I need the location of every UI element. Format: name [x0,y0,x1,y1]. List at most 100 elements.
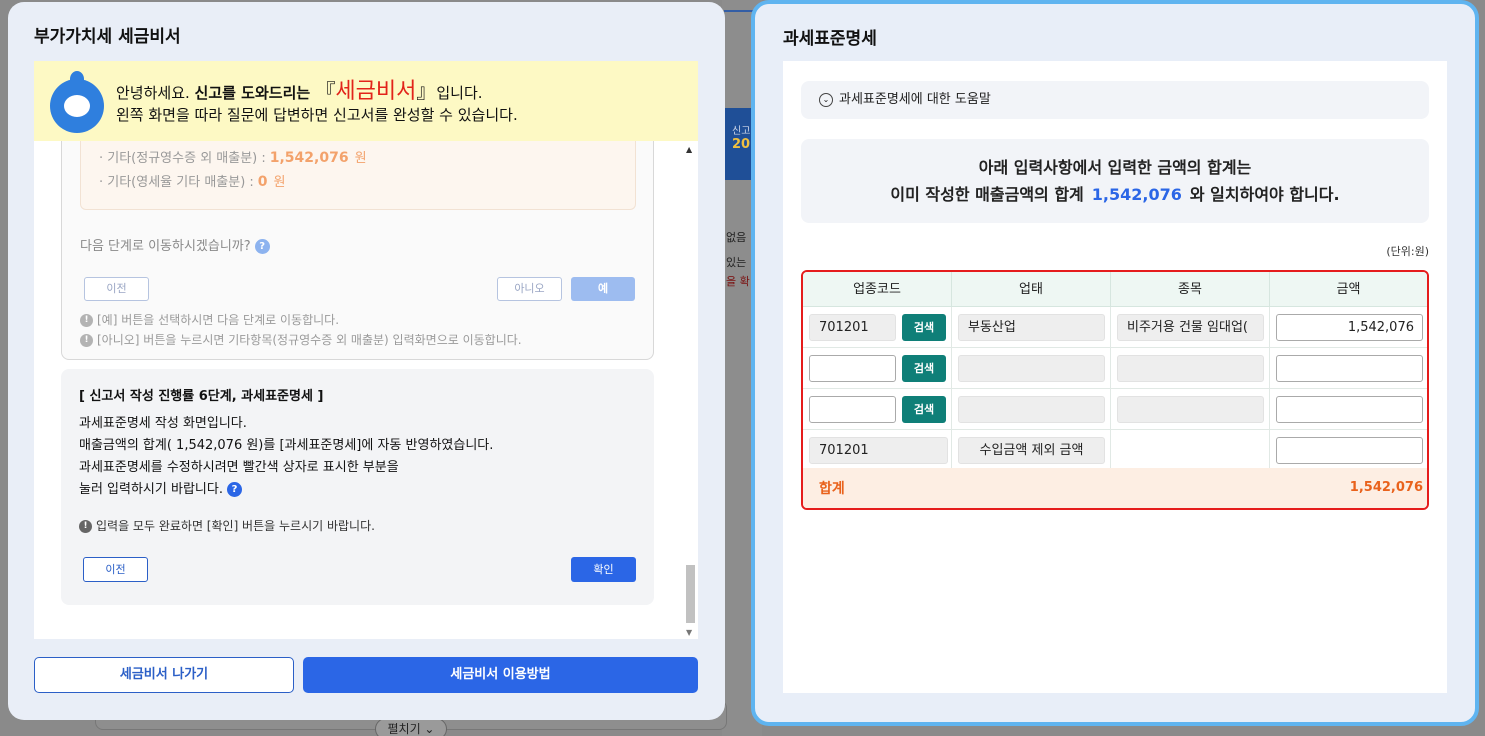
step-line: 매출금액의 합계( 1,542,076 원)를 [과세표준명세]에 자동 반영하… [79,438,494,453]
notice-text: 이미 작성한 매출금액의 합계 [890,185,1084,204]
step-line: 과세표준명세 작성 화면입니다. [79,416,247,431]
exclamation-icon: ! [79,520,92,533]
sales-row-amount: 1,542,076 [269,150,349,166]
sales-row-unit: 원 [354,151,367,166]
amount-input[interactable] [1276,396,1423,423]
industry-code-input[interactable] [809,355,896,382]
step-line-text: 눌러 입력하시기 바랍니다. [79,482,223,497]
table-cell [1270,348,1427,389]
bracket-close: 』 [416,79,437,103]
greeting-suffix: 입니다. [436,84,483,102]
background-text: 을 확 [726,275,750,288]
step-line: 눌러 입력하시기 바랍니다.? [79,479,493,501]
sales-row: · 기타(영세율 기타 매출분) :0원 [99,171,286,190]
notice-line: 이미 작성한 매출금액의 합계 1,542,076 와 일치하여야 합니다. [801,181,1429,208]
sales-row-unit: 원 [273,175,286,190]
brand-name: 세금비서 [335,79,417,104]
table-row: 검색 [803,389,952,430]
sales-row-label: · 기타(영세율 기타 매출분) : [99,175,254,190]
tax-base-panel: ⌄ 과세표준명세에 대한 도움말 아래 입력사항에서 입력한 금액의 합계는 이미… [783,61,1447,693]
banner-greeting: 안녕하세요. 신고를 도와드리는 『세금비서』입니다. [116,73,483,105]
search-button[interactable]: 검색 [902,396,946,423]
help-toggle[interactable]: ⌄ 과세표준명세에 대한 도움말 [801,81,1429,119]
amount-input[interactable]: 1,542,076 [1276,314,1423,341]
search-button[interactable]: 검색 [902,314,946,341]
yes-note: ! [예] 버튼을 선택하시면 다음 단계로 이동합니다. [80,311,339,328]
search-button[interactable]: 검색 [902,355,946,382]
business-type-field [958,396,1105,423]
scrollbar[interactable]: ▲ ▼ [684,141,696,639]
table-cell [1270,430,1427,471]
prev-button[interactable]: 이전 [83,557,148,582]
tax-base-detail-modal: 과세표준명세 ⌄ 과세표준명세에 대한 도움말 아래 입력사항에서 입력한 금액의… [751,0,1479,726]
step-line: 과세표준명세를 수정하시려면 빨간색 상자로 표시한 부분을 [79,460,399,475]
table-cell [952,389,1111,430]
confirm-button[interactable]: 확인 [571,557,636,582]
table-cell [1111,348,1270,389]
business-type-field: 수입금액 제외 금액 [958,437,1105,464]
item-field[interactable]: 비주거용 건물 임대업( [1117,314,1264,341]
column-header-industry-code: 업종코드 [803,272,952,307]
previous-step-card: · 기타(정규영수증 외 매출분) :1,542,076 원 · 기타(영세율 기… [61,141,654,360]
table-cell: 1,542,076 [1270,307,1427,348]
modal-title: 부가가치세 세금비서 [34,27,181,47]
sales-summary-box: · 기타(정규영수증 외 매출분) :1,542,076 원 · 기타(영세율 기… [80,141,636,210]
help-icon[interactable]: ? [254,239,270,254]
background-text: 없음 [726,231,747,244]
table-row: 701201 [803,430,952,471]
greeting-text: 안녕하세요. [116,84,195,102]
exclamation-icon: ! [80,314,93,327]
scroll-up-icon[interactable]: ▲ [686,145,692,154]
business-type-field [958,355,1105,382]
no-note: ! [아니오] 버튼을 누르시면 기타항목(정규영수증 외 매출분) 입력화면으로… [80,331,522,348]
prev-step-button[interactable]: 이전 [84,277,149,301]
sales-row-label: · 기타(정규영수증 외 매출분) : [99,151,266,166]
business-type-field[interactable]: 부동산업 [958,314,1105,341]
step-title: [ 신고서 작성 진행률 6단계, 과세표준명세 ] [79,389,324,404]
modal-title: 과세표준명세 [783,29,877,49]
unit-label: (단위:원) [1386,245,1429,258]
total-value: 1,542,076 [1349,480,1423,495]
amount-input[interactable] [1276,355,1423,382]
note-text: [아니오] 버튼을 누르시면 기타항목(정규영수증 외 매출분) 입력화면으로 … [97,333,522,347]
amount-input[interactable] [1276,437,1423,464]
conversation-panel[interactable]: · 기타(정규영수증 외 매출분) :1,542,076 원 · 기타(영세율 기… [34,141,698,639]
notice-line: 아래 입력사항에서 입력한 금액의 합계는 [978,158,1252,177]
sales-row: · 기타(정규영수증 외 매출분) :1,542,076 원 [99,147,367,166]
total-label: 합계 [819,481,845,497]
tax-base-table: 업종코드 업태 종목 금액 701201 검색 부동산업 비주거용 건물 임대업… [801,270,1429,510]
scroll-thumb[interactable] [686,565,695,623]
background-summary-value: 20 [732,137,751,152]
expand-button[interactable]: 펼치기 ⌄ [375,718,447,736]
note-text: 입력을 모두 완료하면 [확인] 버튼을 누르시기 바랍니다. [96,519,375,533]
yes-button[interactable]: 예 [571,277,635,301]
table-cell: 수입금액 제외 금액 [952,430,1111,471]
table-cell [1111,430,1270,471]
next-step-question: 다음 단계로 이동하시겠습니까?? [80,235,270,254]
industry-code-input[interactable] [809,396,896,423]
table-row: 검색 [803,348,952,389]
help-label: 과세표준명세에 대한 도움말 [839,92,991,107]
notice-box: 아래 입력사항에서 입력한 금액의 합계는 이미 작성한 매출금액의 합계 1,5… [801,139,1429,223]
notice-amount: 1,542,076 [1091,185,1182,204]
current-step-card: [ 신고서 작성 진행률 6단계, 과세표준명세 ] 과세표준명세 작성 화면입… [61,369,654,605]
note-text: [예] 버튼을 선택하시면 다음 단계로 이동합니다. [97,313,340,327]
table-row: 701201 검색 [803,307,952,348]
column-header-item: 종목 [1111,272,1270,307]
industry-code-field: 701201 [809,437,948,464]
exit-assistant-button[interactable]: 세금비서 나가기 [34,657,294,693]
notice-text: 와 일치하여야 합니다. [1189,185,1340,204]
exclamation-icon: ! [80,334,93,347]
scroll-down-icon[interactable]: ▼ [686,628,692,637]
how-to-use-button[interactable]: 세금비서 이용방법 [303,657,698,693]
industry-code-field[interactable]: 701201 [809,314,896,341]
sales-row-amount: 0 [257,174,268,190]
no-button[interactable]: 아니오 [497,277,562,301]
greeting-bold: 신고를 도와드리는 [194,84,316,102]
help-icon[interactable]: ? [226,482,242,497]
column-header-amount: 금액 [1270,272,1427,307]
table-cell [952,348,1111,389]
table-cell: 부동산업 [952,307,1111,348]
table-cell [1111,389,1270,430]
completion-note: ! 입력을 모두 완료하면 [확인] 버튼을 누르시기 바랍니다. [79,517,375,534]
